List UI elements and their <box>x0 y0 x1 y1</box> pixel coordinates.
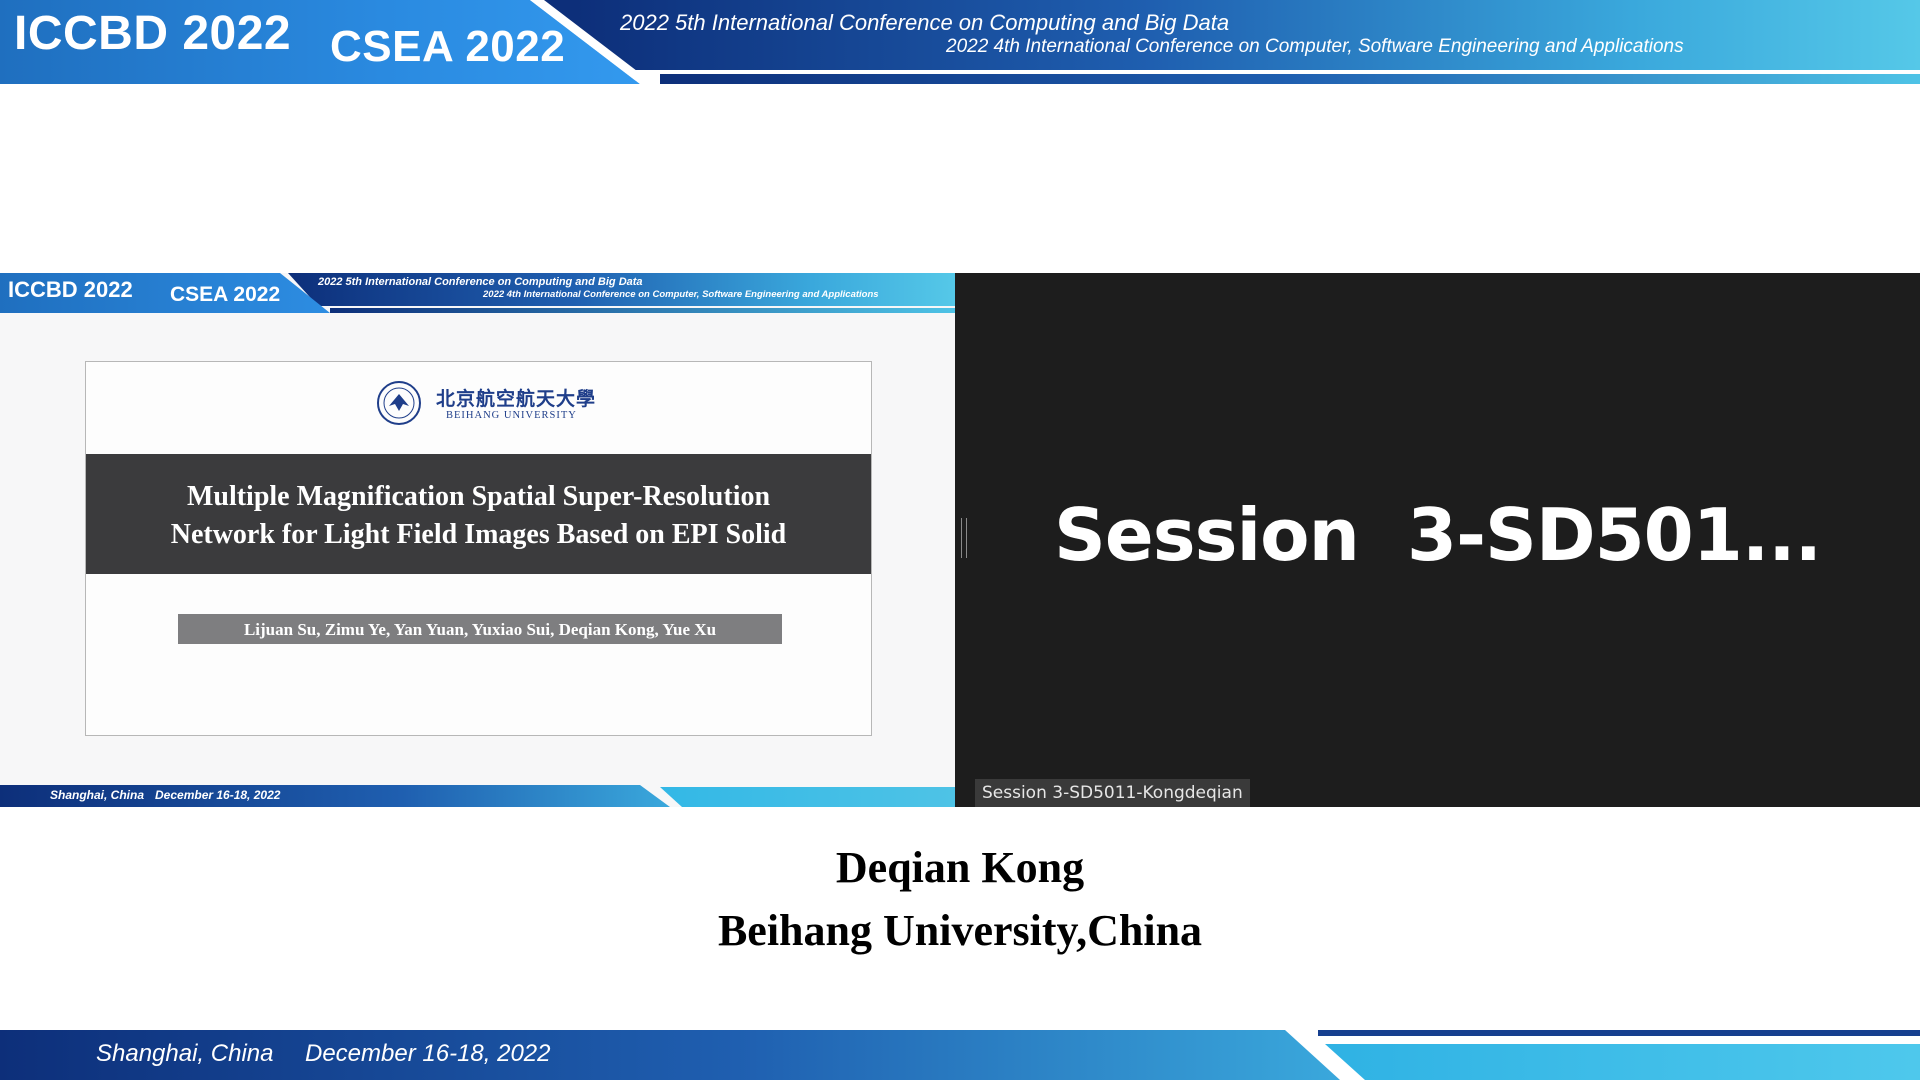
participant-name-tag: Session 3-SD5011-Kongdeqian <box>975 779 1250 807</box>
university-name-english: BEIHANG UNIVERSITY <box>446 410 577 421</box>
slide-banner-title-iccbd: ICCBD 2022 <box>8 277 133 302</box>
university-name-chinese: 北京航空航天大學 <box>436 388 597 410</box>
slide-footer-date: December 16-18, 2022 <box>155 788 281 802</box>
speaker-name: Deqian Kong <box>835 843 1085 892</box>
banner-conference-1: 2022 5th International Conference on Com… <box>620 10 1230 35</box>
top-banner: ICCBD 2022 CSEA 2022 2022 5th Internatio… <box>0 0 1920 84</box>
participant-display-name: Session 3-SD501... <box>1054 493 1822 577</box>
paper-title-band: Multiple Magnification Spatial Super-Res… <box>86 454 871 574</box>
shared-screen-panel[interactable]: ICCBD 2022 CSEA 2022 2022 5th Internatio… <box>0 273 955 807</box>
slide-banner-stripe <box>330 308 955 313</box>
speaker-affiliation: Beihang University,China <box>717 906 1203 955</box>
slide-banner-conference-1: 2022 5th International Conference on Com… <box>318 276 643 288</box>
paper-title: Multiple Magnification Spatial Super-Res… <box>86 478 871 554</box>
footer-stripe-navy <box>1318 1030 1920 1036</box>
footer-date: December 16-18, 2022 <box>305 1040 551 1067</box>
footer-stripe-cyan <box>1325 1044 1920 1080</box>
slide-footer-stripe <box>660 787 955 807</box>
banner-stripe-blue <box>660 74 1920 84</box>
slide-footer-location: Shanghai, China <box>50 788 145 802</box>
participant-video-tile[interactable]: Session 3-SD501... Session 3-SD5011-Kong… <box>955 273 1920 807</box>
paper-authors: Lijuan Su, Zimu Ye, Yan Yuan, Yuxiao Sui… <box>243 620 717 639</box>
slide-banner-title-csea: CSEA 2022 <box>170 283 281 306</box>
university-seal-icon <box>377 381 421 425</box>
paper-title-line-2: Network for Light Field Images Based on … <box>170 519 787 550</box>
banner-conference-2: 2022 4th International Conference on Com… <box>946 36 1684 57</box>
banner-title-csea: CSEA 2022 <box>330 22 566 71</box>
slide-title-card: 北京航空航天大學 BEIHANG UNIVERSITY Multiple Mag… <box>85 361 872 736</box>
authors-box: Lijuan Su, Zimu Ye, Yan Yuan, Yuxiao Sui… <box>178 614 782 644</box>
paper-title-line-1: Multiple Magnification Spatial Super-Res… <box>186 481 771 512</box>
slide-banner-conference-2: 2022 4th International Conference on Com… <box>483 289 879 300</box>
footer-location: Shanghai, China <box>96 1040 274 1067</box>
banner-title-iccbd: ICCBD 2022 <box>14 7 292 60</box>
